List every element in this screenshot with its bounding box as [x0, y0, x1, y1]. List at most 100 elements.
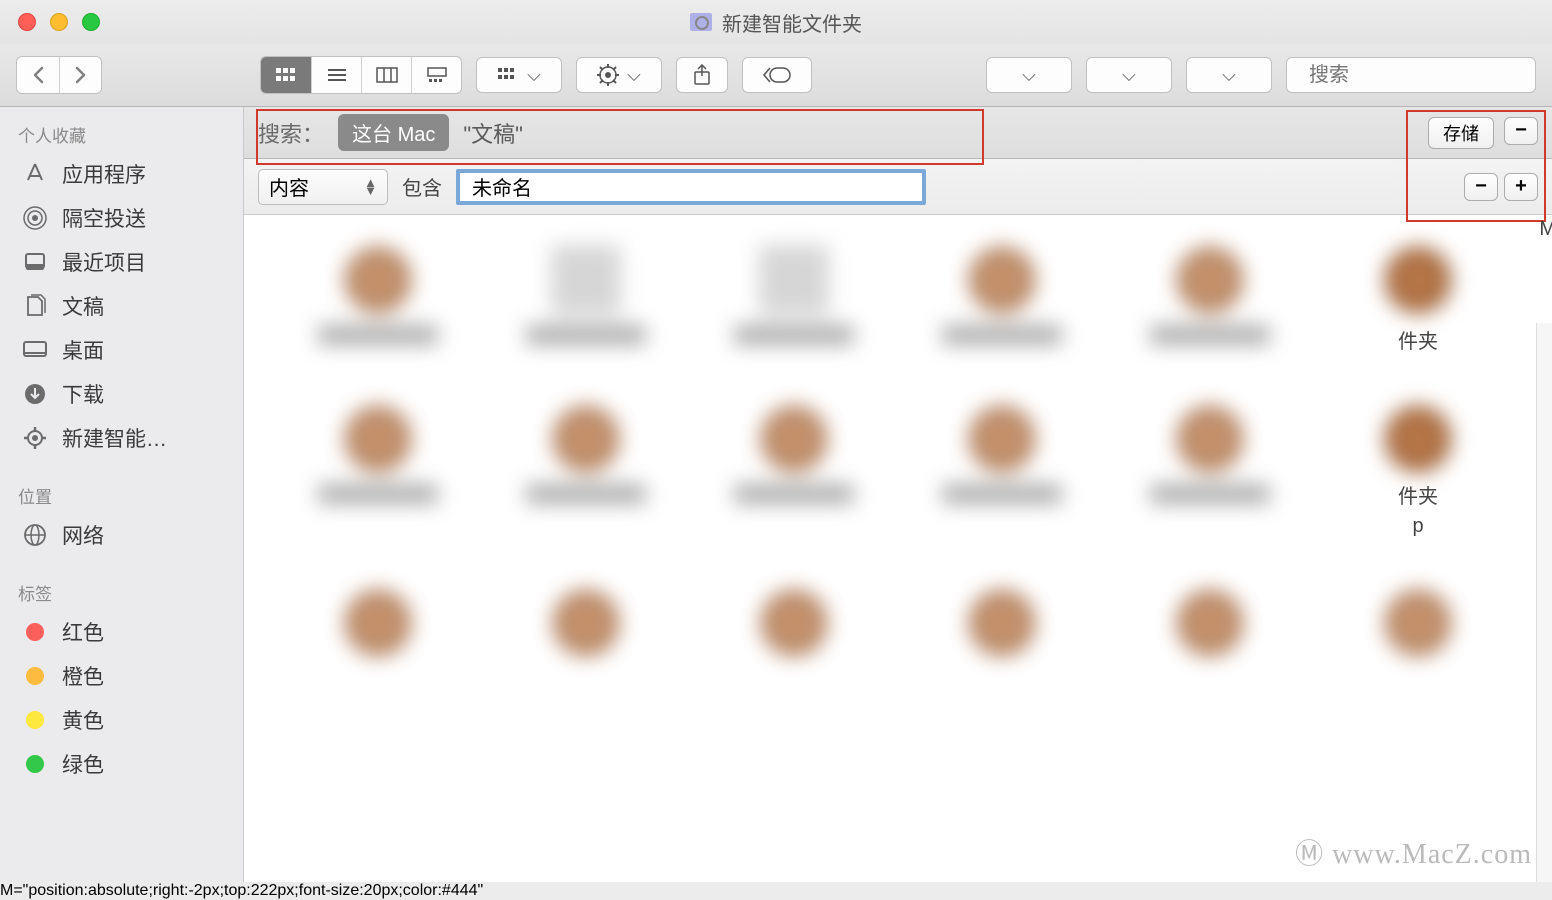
sidebar-label: 下载 — [62, 379, 104, 409]
sidebar-header-locations: 位置 — [0, 478, 243, 513]
recents-icon — [20, 250, 50, 274]
chevron-down-icon: ⌵ — [627, 65, 641, 86]
icon-view-button[interactable] — [261, 57, 311, 93]
sidebar-label: 最近项目 — [62, 247, 146, 277]
sidebar-item-smart-folder[interactable]: 新建智能… — [0, 416, 243, 460]
watermark: Ⓜ www.MacZ.com — [1295, 832, 1532, 872]
tag-color-icon — [26, 711, 44, 729]
remove-criteria-button[interactable]: − — [1504, 117, 1538, 145]
forward-button[interactable] — [59, 57, 101, 93]
tag-color-icon — [26, 623, 44, 641]
criteria-value-input[interactable] — [456, 169, 926, 205]
window-controls — [0, 13, 100, 31]
sidebar-item-downloads[interactable]: 下载 — [0, 372, 243, 416]
criteria-attribute-select[interactable]: 内容 ▲▼ — [258, 169, 388, 205]
group-by-button[interactable]: ⌵ — [476, 57, 562, 93]
add-row-button[interactable]: + — [1504, 173, 1538, 201]
file-item[interactable] — [284, 404, 472, 538]
save-button[interactable]: 存储 — [1428, 117, 1494, 149]
sidebar-label: 黄色 — [62, 705, 104, 735]
file-name-partial: 件夹 — [1398, 325, 1438, 354]
file-item[interactable] — [492, 404, 680, 538]
network-icon — [20, 523, 50, 547]
file-item[interactable] — [700, 245, 888, 354]
sidebar-tag-yellow[interactable]: 黄色 — [0, 698, 243, 742]
search-scope-bar: 搜索： 这台 Mac "文稿" 存储 − — [244, 107, 1552, 159]
tag-button[interactable] — [742, 57, 812, 93]
file-item[interactable] — [492, 245, 680, 354]
files-area[interactable]: 件夹 件夹 p — [244, 215, 1552, 882]
gallery-view-button[interactable] — [411, 57, 461, 93]
maximize-window-button[interactable] — [82, 13, 100, 31]
file-item[interactable]: 件夹 p — [1324, 404, 1512, 538]
tag-color-icon — [26, 755, 44, 773]
share-button[interactable] — [676, 57, 728, 93]
sidebar-label: 新建智能… — [62, 423, 167, 453]
remove-row-button[interactable]: − — [1464, 173, 1498, 201]
airdrop-icon — [20, 206, 50, 230]
scope-documents[interactable]: "文稿" — [463, 117, 523, 149]
criteria-bar: 内容 ▲▼ 包含 − + — [244, 159, 1552, 215]
file-item[interactable] — [1324, 588, 1512, 658]
criteria-attribute-value: 内容 — [269, 172, 309, 201]
applications-icon — [20, 162, 50, 186]
sidebar-label: 绿色 — [62, 749, 104, 779]
sidebar-item-network[interactable]: 网络 — [0, 513, 243, 557]
sidebar-tag-green[interactable]: 绿色 — [0, 742, 243, 786]
file-item[interactable]: 件夹 — [1324, 245, 1512, 354]
sidebar-header-tags: 标签 — [0, 575, 243, 610]
chevron-down-icon: ⌵ — [527, 65, 541, 86]
nav-buttons — [16, 56, 102, 94]
sidebar-item-applications[interactable]: 应用程序 — [0, 152, 243, 196]
sidebar-item-documents[interactable]: 文稿 — [0, 284, 243, 328]
sidebar-item-airdrop[interactable]: 隔空投送 — [0, 196, 243, 240]
file-name-partial: 件夹 — [1398, 480, 1438, 509]
sidebar-item-recents[interactable]: 最近项目 — [0, 240, 243, 284]
tag-color-icon — [26, 667, 44, 685]
scrollbar[interactable] — [1536, 323, 1552, 882]
file-item[interactable] — [908, 404, 1096, 538]
sidebar-item-desktop[interactable]: 桌面 — [0, 328, 243, 372]
criteria-operator: 包含 — [402, 172, 442, 201]
back-button[interactable] — [17, 57, 59, 93]
window-title-text: 新建智能文件夹 — [722, 8, 862, 37]
scope-this-mac[interactable]: 这台 Mac — [338, 114, 449, 151]
sidebar-label: 网络 — [62, 520, 104, 550]
file-item[interactable] — [908, 588, 1096, 658]
file-item[interactable] — [700, 404, 888, 538]
file-item[interactable] — [284, 245, 472, 354]
toolbar: ⌵ ⌵ ⌵ ⌵ ⌵ — [0, 44, 1552, 107]
sidebar-tag-orange[interactable]: 橙色 — [0, 654, 243, 698]
sidebar-header-favorites: 个人收藏 — [0, 117, 243, 152]
minimize-window-button[interactable] — [50, 13, 68, 31]
titlebar: 新建智能文件夹 — [0, 0, 1552, 44]
desktop-icon — [20, 338, 50, 362]
sidebar-label: 隔空投送 — [62, 203, 146, 233]
file-item[interactable] — [1116, 245, 1304, 354]
sidebar-label: 文稿 — [62, 291, 104, 321]
file-item[interactable] — [1116, 588, 1304, 658]
dropdown-button-1[interactable]: ⌵ — [986, 57, 1072, 93]
sidebar-tag-red[interactable]: 红色 — [0, 610, 243, 654]
sidebar-label: 红色 — [62, 617, 104, 647]
dropdown-button-3[interactable]: ⌵ — [1186, 57, 1272, 93]
sidebar-label: 应用程序 — [62, 159, 146, 189]
file-item[interactable] — [1116, 404, 1304, 538]
sidebar-label: 橙色 — [62, 661, 104, 691]
search-field[interactable] — [1286, 57, 1536, 93]
file-item[interactable] — [492, 588, 680, 658]
file-item[interactable] — [700, 588, 888, 658]
smart-folder-icon — [690, 13, 712, 31]
action-menu-button[interactable]: ⌵ — [576, 57, 662, 93]
close-window-button[interactable] — [18, 13, 36, 31]
column-view-button[interactable] — [361, 57, 411, 93]
gear-icon — [20, 426, 50, 450]
file-item[interactable] — [908, 245, 1096, 354]
file-item[interactable] — [284, 588, 472, 658]
list-view-button[interactable] — [311, 57, 361, 93]
dropdown-button-2[interactable]: ⌵ — [1086, 57, 1172, 93]
documents-icon — [20, 294, 50, 318]
search-input[interactable] — [1309, 64, 1552, 87]
window-title: 新建智能文件夹 — [690, 8, 862, 37]
sidebar: 个人收藏 应用程序 隔空投送 最近项目 文稿 桌面 下载 新建智能… — [0, 107, 244, 882]
